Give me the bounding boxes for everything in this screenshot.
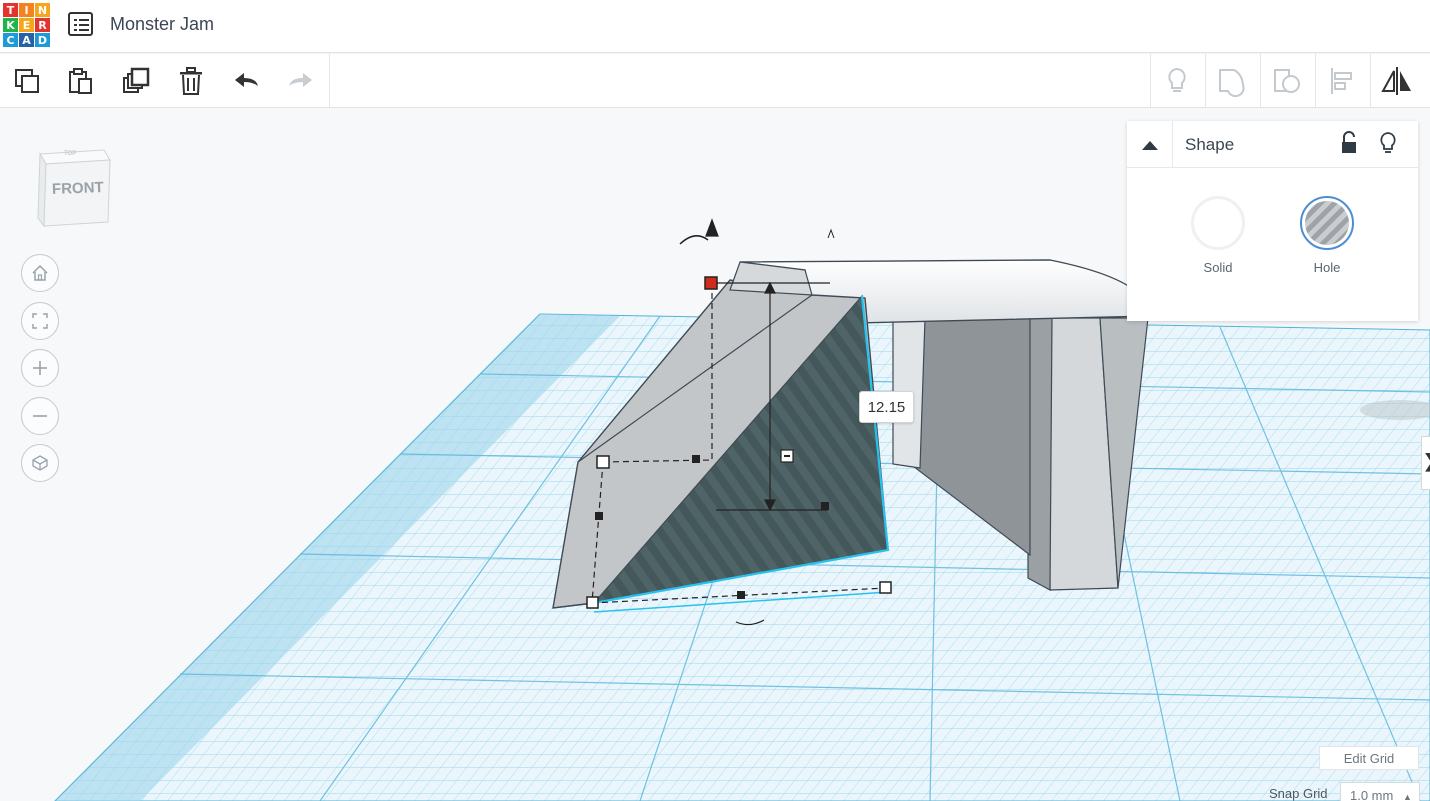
top-header: TIN KER CAD Monster Jam: [0, 0, 1430, 53]
logo-tile: R: [35, 18, 50, 32]
redo-icon[interactable]: [284, 65, 316, 97]
paste-icon[interactable]: [65, 65, 97, 97]
hole-label: Hole: [1313, 260, 1341, 275]
design-title[interactable]: Monster Jam: [110, 14, 214, 35]
logo-tile: I: [19, 3, 34, 17]
design-menu-icon[interactable]: [68, 12, 93, 36]
fit-view-icon[interactable]: [21, 302, 59, 340]
logo-tile: E: [19, 18, 34, 32]
edit-grid-button[interactable]: Edit Grid: [1319, 746, 1419, 770]
logo-tile: T: [3, 3, 18, 17]
delete-icon[interactable]: [175, 65, 207, 97]
solid-option[interactable]: Solid: [1188, 196, 1248, 286]
perspective-icon[interactable]: [21, 444, 59, 482]
shape-inspector-panel: Shape Solid Hole: [1127, 121, 1418, 321]
undo-icon[interactable]: [231, 65, 263, 97]
unlock-icon[interactable]: [1338, 131, 1360, 155]
logo-tile: D: [35, 33, 50, 47]
hole-wedge[interactable]: [552, 261, 890, 613]
align-icon[interactable]: [1326, 65, 1358, 97]
mirror-icon[interactable]: [1381, 65, 1413, 97]
home-view-icon[interactable]: [21, 254, 59, 292]
height-dimension-readout[interactable]: 12.15: [859, 391, 914, 423]
toolbar-left-group: [0, 54, 330, 108]
logo-tile: N: [35, 3, 50, 17]
logo-tile: C: [3, 33, 18, 47]
zoom-in-icon[interactable]: [21, 349, 59, 387]
edit-toolbar: [0, 54, 1430, 108]
view-cube[interactable]: TOP FRONT: [36, 146, 114, 228]
chevron-up-icon: ▲: [1402, 792, 1412, 801]
group-icon[interactable]: [1216, 65, 1248, 98]
tinkercad-logo[interactable]: TIN KER CAD: [3, 3, 51, 48]
view-cube-front-label: FRONT: [51, 179, 104, 198]
logo-tile: K: [3, 18, 18, 32]
shape-panel-title: Shape: [1185, 135, 1235, 154]
expand-side-panel-icon[interactable]: ❯: [1421, 436, 1430, 490]
solid-swatch[interactable]: [1191, 196, 1245, 250]
snap-grid-select[interactable]: 1.0 mm ▲: [1340, 782, 1420, 801]
duplicate-icon[interactable]: [120, 65, 152, 97]
svg-text:TOP: TOP: [64, 151, 76, 157]
zoom-out-icon[interactable]: [21, 397, 59, 435]
logo-tile: A: [19, 33, 34, 47]
ungroup-icon[interactable]: [1271, 65, 1303, 97]
snap-grid-label: Snap Grid: [1269, 786, 1328, 801]
shape-panel-header: Shape: [1127, 121, 1418, 168]
collapse-panel-icon[interactable]: [1127, 121, 1173, 168]
copy-icon[interactable]: [11, 65, 43, 97]
hole-swatch[interactable]: [1300, 196, 1354, 250]
solid-label: Solid: [1203, 260, 1233, 275]
lightbulb-icon[interactable]: [1377, 131, 1399, 155]
lightbulb-icon[interactable]: [1161, 65, 1193, 97]
hole-option[interactable]: Hole: [1297, 196, 1357, 286]
snap-grid-value: 1.0 mm: [1350, 788, 1394, 801]
